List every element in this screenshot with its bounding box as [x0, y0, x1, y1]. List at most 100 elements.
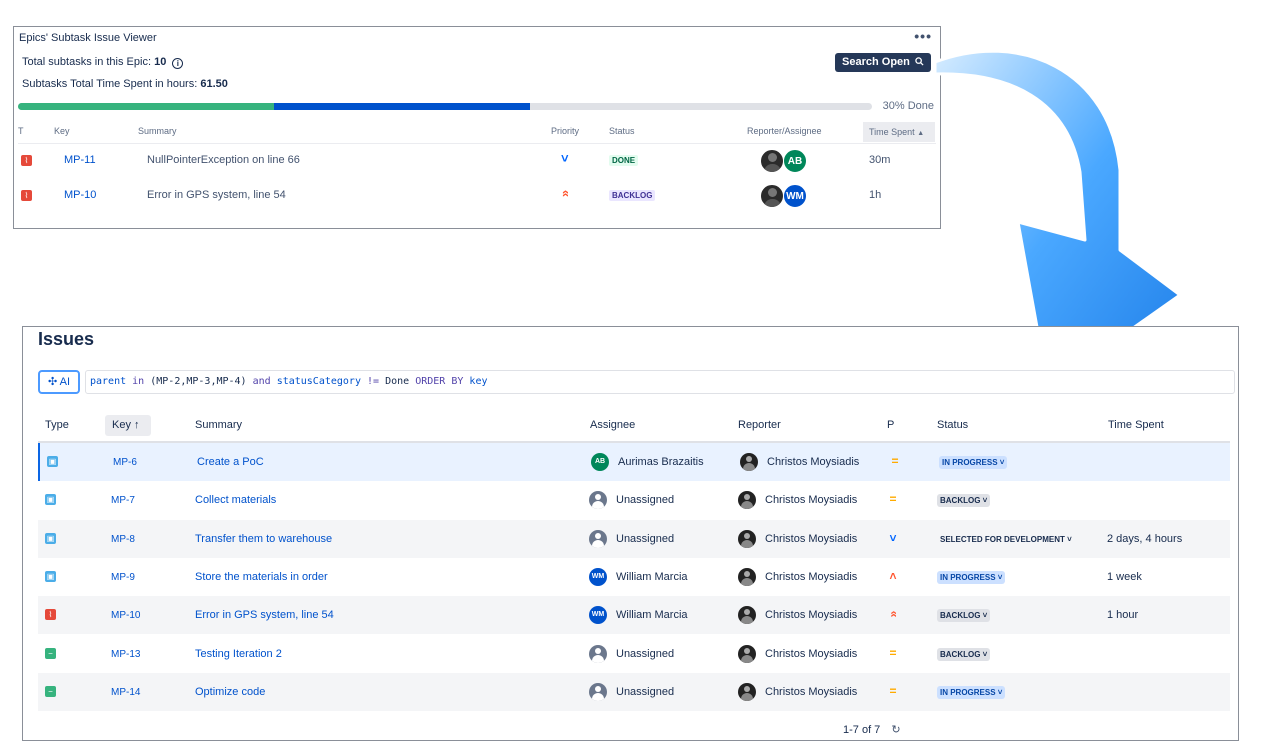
bug-icon: ⌇ [21, 190, 32, 201]
status-dropdown[interactable]: SELECTED FOR DEVELOPMENT ˅ [937, 533, 1075, 546]
bug-icon: ⌇ [21, 155, 32, 166]
issue-summary-link[interactable]: Optimize code [195, 686, 265, 698]
refresh-icon[interactable]: ↻ [891, 724, 900, 736]
col-header-status[interactable]: Status [609, 126, 635, 136]
col-header-priority[interactable]: Priority [551, 126, 579, 136]
reporter-name[interactable]: Christos Moysiadis [765, 609, 857, 621]
col-header-time-spent[interactable]: Time Spent [1108, 419, 1164, 431]
col-header-key[interactable]: Key ↑ [105, 415, 151, 436]
reporter-avatar[interactable] [760, 149, 784, 173]
status-dropdown[interactable]: BACKLOG ˅ [937, 494, 991, 508]
col-header-type[interactable]: Type [45, 419, 69, 431]
issue-row[interactable]: ⌇ MP-10 Error in GPS system, line 54 WM Will… [38, 596, 1230, 635]
issue-key-link[interactable]: MP-10 [111, 610, 140, 621]
chevron-down-icon: ˅ [980, 611, 988, 621]
assignee-avatar[interactable]: WM [783, 184, 807, 208]
time-spent-label: Subtasks Total Time Spent in hours: [22, 78, 198, 90]
assignee-name[interactable]: Unassigned [616, 648, 674, 660]
reporter-name[interactable]: Christos Moysiadis [765, 571, 857, 583]
issue-row[interactable]: ▣ MP-9 Store the materials in order WM Willi… [38, 558, 1230, 596]
status-dropdown[interactable]: IN PROGRESS ˅ [937, 685, 1006, 699]
issue-summary-link[interactable]: Create a PoC [197, 456, 264, 468]
reporter-name[interactable]: Christos Moysiadis [765, 686, 857, 698]
progress-bar [18, 103, 872, 110]
status-lozenge: DONE [609, 155, 639, 166]
issue-summary-link[interactable]: Collect materials [195, 494, 276, 506]
reporter-name[interactable]: Christos Moysiadis [765, 494, 857, 506]
jql-value: Done [385, 376, 410, 387]
reporter-name[interactable]: Christos Moysiadis [765, 648, 857, 660]
issue-row[interactable]: ▣ MP-7 Collect materials Unassigned Christos… [38, 481, 1230, 519]
issues-panel: Issues ✣ AI parent in (MP-2,MP-3,MP-4) a… [22, 326, 1239, 741]
issue-summary-link[interactable]: Transfer them to warehouse [195, 533, 332, 545]
status-dropdown[interactable]: BACKLOG ˅ [937, 609, 991, 623]
col-header-key[interactable]: Key [54, 126, 70, 136]
issue-key-link[interactable]: MP-10 [64, 189, 96, 201]
subtask-row[interactable]: ⌇ MP-11 NullPointerException on line 66 ˅ DO… [14, 145, 940, 177]
time-spent-line: Subtasks Total Time Spent in hours: 61.5… [22, 78, 228, 90]
issue-key-link[interactable]: MP-7 [111, 495, 135, 506]
assignee-name[interactable]: Aurimas Brazaitis [618, 456, 704, 468]
time-spent-value: 1 hour [1107, 609, 1139, 622]
col-header-reporter-assignee[interactable]: Reporter/Assignee [747, 126, 822, 136]
col-header-summary[interactable]: Summary [195, 419, 242, 431]
reporter-avatar[interactable] [760, 184, 784, 208]
ai-button[interactable]: ✣ AI [38, 370, 80, 394]
col-header-summary[interactable]: Summary [138, 126, 177, 136]
status-dropdown[interactable]: IN PROGRESS ˅ [937, 570, 1006, 584]
jql-field: parent [90, 376, 127, 387]
subtask-type-icon: ▣ [45, 570, 56, 582]
priority-medium-icon: = [889, 492, 897, 507]
assignee-name[interactable]: Unassigned [616, 533, 674, 545]
assignee-name[interactable]: Unassigned [616, 494, 674, 506]
issue-summary-link[interactable]: Store the materials in order [195, 571, 328, 583]
issues-heading: Issues [38, 329, 95, 349]
time-spent-value: 1 week [1107, 570, 1142, 583]
total-subtasks-label: Total subtasks in this Epic: [22, 56, 152, 68]
issue-key-link[interactable]: MP-14 [111, 687, 140, 698]
issue-row[interactable]: ▣ MP-8 Transfer them to warehouse Unassigne… [38, 519, 1230, 558]
assignee-avatar: WM [589, 606, 607, 625]
assignee-name[interactable]: Unassigned [616, 686, 674, 698]
issue-summary-link[interactable]: Error in GPS system, line 54 [195, 609, 334, 621]
status-dropdown[interactable]: BACKLOG ˅ [937, 647, 991, 661]
col-header-reporter[interactable]: Reporter [738, 419, 781, 431]
assignee-avatar[interactable]: AB [783, 149, 807, 173]
jql-field: key [469, 376, 488, 387]
priority-medium-icon: = [889, 683, 897, 698]
issue-row[interactable]: − MP-14 Optimize code Unassigned Christos Mo… [38, 672, 1230, 711]
info-icon[interactable]: i [172, 58, 184, 69]
search-open-button[interactable]: Search Open [835, 53, 931, 72]
issue-key-link[interactable]: MP-11 [64, 154, 96, 166]
col-header-type[interactable]: T [18, 126, 24, 136]
status-cell: BACKLOG [609, 189, 656, 201]
jql-input[interactable]: parent in (MP-2,MP-3,MP-4) and statusCat… [85, 370, 1235, 394]
status-label: IN PROGRESS [942, 458, 998, 467]
col-header-priority[interactable]: P [887, 419, 894, 431]
status-dropdown[interactable]: IN PROGRESS ˅ [939, 456, 1008, 469]
time-spent-value: 30m [869, 154, 891, 166]
issue-row[interactable]: ▣ MP-6 Create a PoC AB Aurimas Brazaitis Chri… [38, 443, 1230, 481]
issue-row[interactable]: − MP-13 Testing Iteration 2 Unassigned Chris… [38, 635, 1230, 673]
reporter-avatar [738, 682, 756, 701]
assignee-name[interactable]: William Marcia [616, 609, 688, 621]
col-header-time-spent[interactable]: Time Spent ▲ [863, 122, 935, 142]
col-header-assignee[interactable]: Assignee [590, 419, 635, 431]
subtask-type-icon: ▣ [45, 532, 56, 544]
reporter-name[interactable]: Christos Moysiadis [767, 456, 859, 468]
pagination: 1-7 of 7 ↻ [843, 723, 901, 736]
reporter-name[interactable]: Christos Moysiadis [765, 533, 857, 545]
issue-summary-link[interactable]: Testing Iteration 2 [195, 648, 282, 660]
reporter-avatar [738, 644, 756, 663]
sparkle-icon: ✣ [47, 376, 58, 388]
time-spent-value: 2 days, 4 hours [1107, 532, 1183, 545]
jql-field: statusCategory [276, 376, 361, 387]
issue-key-link[interactable]: MP-9 [111, 572, 135, 583]
subtask-row[interactable]: ⌇ MP-10 Error in GPS system, line 54 » BACKL… [14, 180, 940, 212]
time-spent-value: 1h [869, 189, 882, 201]
col-header-status[interactable]: Status [937, 419, 968, 431]
issue-key-link[interactable]: MP-8 [111, 534, 135, 545]
assignee-name[interactable]: William Marcia [616, 571, 688, 583]
issue-key-link[interactable]: MP-6 [113, 457, 137, 468]
issue-key-link[interactable]: MP-13 [111, 649, 140, 660]
